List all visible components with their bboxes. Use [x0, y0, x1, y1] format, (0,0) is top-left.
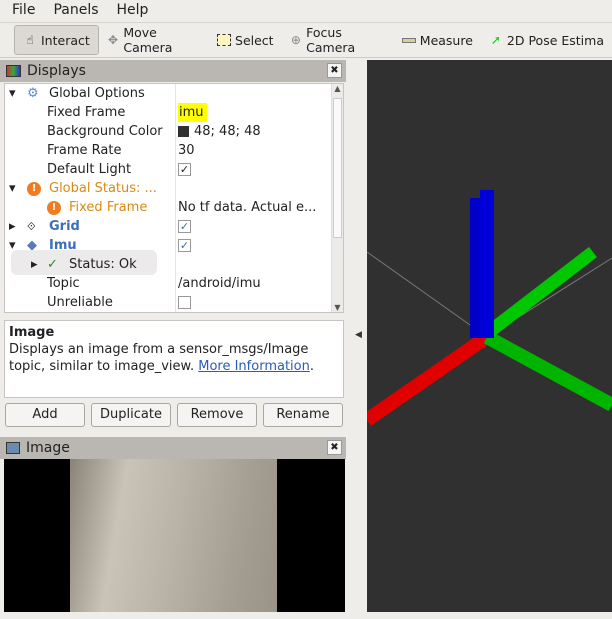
default-light-label: Default Light — [47, 162, 132, 177]
frame-rate-label: Frame Rate — [47, 143, 122, 158]
menu-file[interactable]: File — [0, 0, 41, 22]
tool-label: Focus Camera — [306, 25, 356, 55]
image-icon — [6, 442, 20, 454]
grid-display[interactable]: Grid — [49, 217, 80, 236]
tool-2d-pose-estimate[interactable]: ➚ 2D Pose Estima — [481, 25, 612, 55]
3d-viewport[interactable] — [367, 60, 612, 612]
image-view — [4, 459, 345, 612]
z-axis — [480, 190, 494, 338]
image-panel-header: Image ✖ — [0, 437, 346, 459]
grid-checkbox[interactable]: ✓ — [178, 220, 191, 233]
tool-measure[interactable]: Measure — [394, 25, 481, 55]
frame-rate-value[interactable]: 30 — [178, 141, 195, 160]
imu-checkbox[interactable]: ✓ — [178, 239, 191, 252]
warning-icon: ! — [27, 181, 41, 196]
tool-label: Interact — [41, 32, 90, 48]
monitor-icon — [6, 65, 21, 77]
displays-tree: ▾ ⚙ Global Options Fixed Frame imu Backgrou… — [4, 83, 344, 313]
expand-arrow-icon[interactable]: ▸ — [31, 255, 38, 274]
menu-panels[interactable]: Panels — [41, 0, 104, 22]
expand-arrow-icon[interactable]: ▸ — [9, 217, 16, 236]
grid-line — [367, 251, 488, 338]
topic-label: Topic — [47, 276, 80, 291]
remove-button[interactable]: Remove — [177, 403, 257, 427]
select-box-icon — [217, 34, 232, 46]
color-swatch — [178, 126, 189, 137]
grid-icon: ⟐ — [27, 220, 36, 233]
ruler-icon — [401, 37, 416, 43]
status-bar — [0, 612, 612, 619]
move-icon: ✥ — [108, 33, 119, 47]
description-end: . — [309, 359, 314, 374]
unreliable-checkbox[interactable] — [178, 296, 191, 309]
y-axis — [485, 246, 597, 338]
description-title: Image — [9, 325, 55, 340]
hand-icon: ☝ — [26, 33, 34, 47]
topic-value[interactable]: /android/imu — [178, 274, 261, 293]
tool-move-camera[interactable]: ✥ Move Camera — [99, 25, 209, 55]
background-color-value[interactable]: 48; 48; 48 — [178, 122, 261, 141]
global-options[interactable]: Global Options — [49, 84, 145, 103]
more-information-link[interactable]: More Information — [198, 359, 310, 374]
axes-visual — [367, 190, 612, 426]
global-status[interactable]: Global Status: ... — [49, 179, 157, 198]
add-button[interactable]: Add — [5, 403, 85, 427]
collapse-arrow-icon[interactable]: ▾ — [9, 179, 16, 198]
tool-label: Measure — [419, 32, 473, 48]
x-axis — [367, 331, 491, 426]
check-icon: ✓ — [47, 257, 58, 272]
tool-label: Move Camera — [123, 25, 173, 55]
fixed-frame-label: Fixed Frame — [47, 105, 126, 120]
close-icon[interactable]: ✖ — [327, 440, 342, 455]
rename-button[interactable]: Rename — [263, 403, 343, 427]
status-fixed-frame: Fixed Frame — [69, 200, 148, 215]
tree-scrollbar[interactable]: ▲ ▼ — [331, 84, 343, 312]
tool-label: 2D Pose Estima — [506, 32, 604, 48]
duplicate-button[interactable]: Duplicate — [91, 403, 171, 427]
fixed-frame-value[interactable]: imu — [178, 103, 207, 122]
unreliable-label: Unreliable — [47, 295, 113, 310]
tool-select[interactable]: Select — [209, 25, 282, 55]
tool-focus-camera[interactable]: ⊕ Focus Camera — [282, 25, 394, 55]
warning-icon: ! — [47, 200, 61, 215]
camera-image — [70, 459, 277, 612]
panel-title: Displays — [27, 63, 86, 79]
menu-help[interactable]: Help — [105, 0, 155, 22]
tool-label: Select — [235, 32, 274, 48]
y-axis-neg — [483, 330, 612, 412]
crosshair-icon: ⊕ — [290, 33, 301, 47]
displays-panel-header: Displays ✖ — [0, 60, 346, 82]
status-fixed-frame-value: No tf data. Actual e... — [178, 200, 317, 215]
gear-icon: ⚙ — [27, 86, 39, 101]
tool-interact[interactable]: ☝ Interact — [14, 25, 99, 55]
background-color-label: Background Color — [47, 124, 163, 139]
close-icon[interactable]: ✖ — [327, 63, 342, 78]
description-panel: Image Displays an image from a sensor_ms… — [4, 320, 344, 398]
menu-bar: File Panels Help — [0, 0, 612, 22]
toolbar: ☝ Interact ✥ Move Camera Select ⊕ Focus Cam… — [0, 22, 612, 58]
green-arrow-icon: ➚ — [490, 33, 501, 47]
collapse-panel-arrow-icon[interactable]: ◀ — [355, 330, 362, 340]
imu-status[interactable]: Status: Ok — [69, 255, 137, 274]
panel-title: Image — [26, 440, 70, 456]
collapse-arrow-icon[interactable]: ▾ — [9, 84, 16, 103]
color-text: 48; 48; 48 — [194, 124, 261, 139]
default-light-checkbox[interactable]: ✓ — [178, 163, 191, 176]
